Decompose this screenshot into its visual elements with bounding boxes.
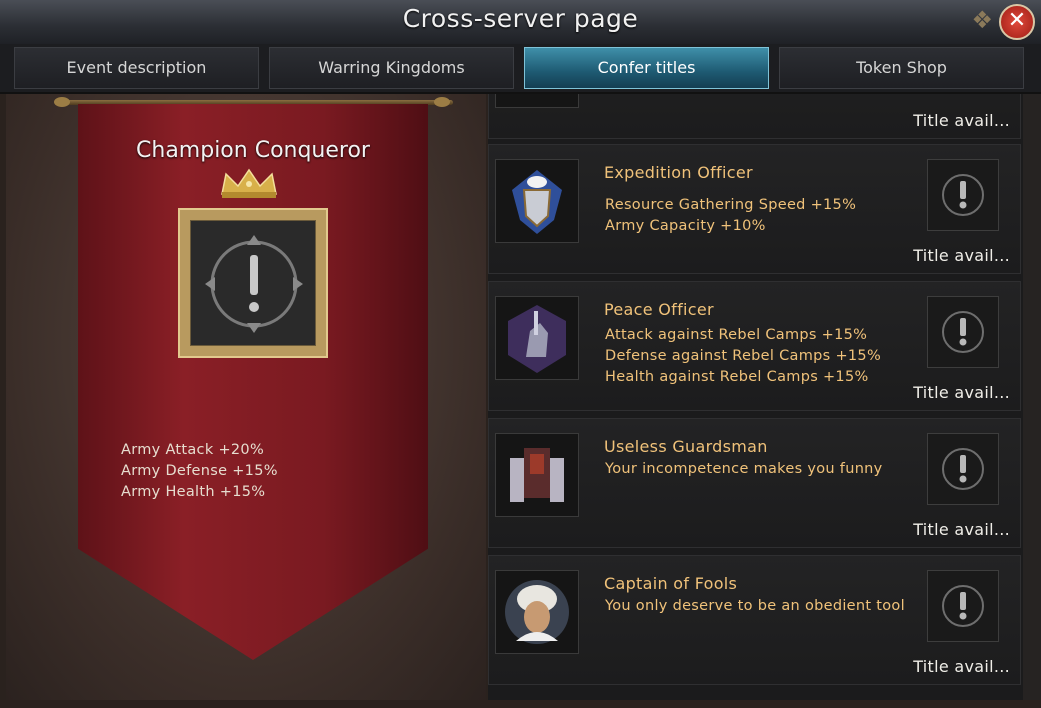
desc-line: You only deserve to be an obedient tool — [605, 598, 905, 614]
desc-line: Army Capacity +10% — [605, 218, 766, 234]
unavailable-icon — [927, 570, 999, 642]
title-name: Expedition Officer — [604, 163, 753, 182]
title-card-useless-guardsman[interactable]: Useless Guardsman Your incompetence make… — [488, 418, 1021, 548]
close-icon: ✕ — [1007, 8, 1027, 33]
rod-finial-left — [54, 97, 70, 107]
tab-token-shop[interactable]: Token Shop — [779, 47, 1024, 89]
stat-line: Army Attack +20% — [121, 442, 265, 458]
title-description: Resource Gathering Speed +15% Army Capac… — [605, 195, 856, 237]
title-icon-box — [495, 159, 579, 243]
tab-bar: Event description Warring Kingdoms Confe… — [0, 44, 1041, 94]
title-status: Title avail... — [913, 246, 1010, 265]
unavailable-icon — [927, 159, 999, 231]
partial-icon — [495, 94, 579, 108]
title-status: Title avail... — [913, 520, 1010, 539]
rod-finial-right — [434, 97, 450, 107]
title-description: Your incompetence makes you funny — [605, 459, 883, 480]
stat-line: Army Health +15% — [121, 484, 266, 500]
desc-line: Your incompetence makes you funny — [605, 461, 883, 477]
stat-line: Army Defense +15% — [121, 463, 278, 479]
title-badge-frame — [178, 208, 328, 358]
titles-list[interactable]: Title avail... Expedition Officer Resour… — [488, 94, 1023, 700]
featured-title-panel: Champion Conqueror Army Attack +20% Army… — [6, 94, 486, 700]
title-status: Title avail... — [913, 657, 1010, 676]
title-card-peace-officer[interactable]: Peace Officer Attack against Rebel Camps… — [488, 281, 1021, 411]
title-icon-box — [495, 570, 579, 654]
title-card[interactable]: Title avail... — [488, 94, 1021, 139]
desc-line: Health against Rebel Camps +15% — [605, 369, 869, 385]
title-status: Title avail... — [913, 111, 1010, 130]
unavailable-icon — [205, 235, 303, 333]
unavailable-icon — [927, 433, 999, 505]
title-card-expedition-officer[interactable]: Expedition Officer Resource Gathering Sp… — [488, 144, 1021, 274]
title-description: You only deserve to be an obedient tool — [605, 596, 905, 617]
ornament-icon: ❖ — [971, 6, 993, 34]
title-icon-box — [495, 296, 579, 380]
desc-line: Attack against Rebel Camps +15% — [605, 327, 868, 343]
shield-dove-icon — [512, 170, 562, 234]
unavailable-icon — [927, 296, 999, 368]
turban-portrait-icon — [505, 580, 569, 644]
window-header: Cross-server page ❖ ✕ — [0, 0, 1041, 46]
castle-gate-icon — [510, 448, 564, 502]
title-status: Title avail... — [913, 383, 1010, 402]
title-name: Useless Guardsman — [604, 437, 768, 456]
crown-icon — [221, 168, 277, 198]
title-description: Attack against Rebel Camps +15% Defense … — [605, 325, 881, 388]
right-edge — [1023, 94, 1041, 700]
title-icon-box — [495, 433, 579, 517]
desc-line: Resource Gathering Speed +15% — [605, 197, 857, 213]
desc-line: Defense against Rebel Camps +15% — [605, 348, 882, 364]
page-title: Cross-server page — [402, 4, 639, 33]
tab-event-description[interactable]: Event description — [14, 47, 259, 89]
knight-icon — [508, 305, 566, 373]
featured-stats: Army Attack +20% Army Defense +15% Army … — [121, 440, 278, 503]
tab-confer-titles[interactable]: Confer titles — [524, 47, 769, 89]
title-name: Captain of Fools — [604, 574, 738, 593]
title-name: Peace Officer — [604, 300, 714, 319]
close-button[interactable]: ✕ — [999, 4, 1035, 40]
featured-title-name: Champion Conqueror — [136, 138, 370, 163]
tab-warring-kingdoms[interactable]: Warring Kingdoms — [269, 47, 514, 89]
title-card-captain-of-fools[interactable]: Captain of Fools You only deserve to be … — [488, 555, 1021, 685]
